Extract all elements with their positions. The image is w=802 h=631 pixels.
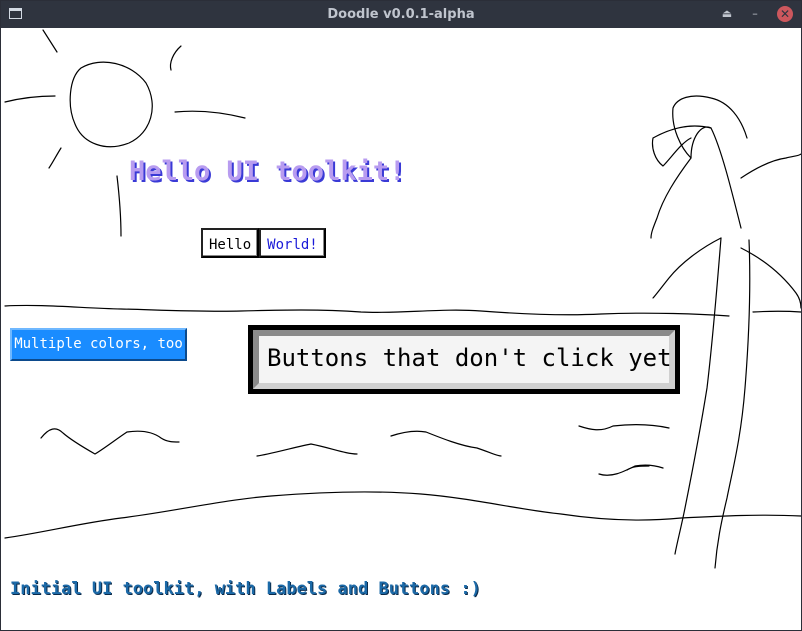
buttons-dont-click-label: Buttons that don't click yet: [253, 330, 675, 389]
palm-frond-doodle: [672, 95, 748, 229]
horizon-doodle: [752, 310, 801, 313]
wave-doodle: [256, 443, 358, 457]
palm-trunk-doodle: [674, 237, 722, 555]
footer-label: Initial UI toolkit, with Labels and Butt…: [10, 579, 481, 599]
wave-doodle: [598, 464, 664, 476]
sun-ray-doodle: [116, 175, 122, 237]
sun-ray-doodle: [42, 29, 58, 53]
wave-doodle: [40, 428, 180, 455]
hello-world-button-group: Hello World!: [201, 228, 326, 258]
title-bar[interactable]: Doodle v0.0.1-alpha ⏏ – ✕: [1, 1, 801, 28]
close-window-icon[interactable]: ✕: [777, 6, 793, 22]
sun-ray-doodle: [48, 147, 62, 169]
sun-ray-doodle: [169, 45, 182, 71]
multiple-colors-button[interactable]: Multiple colors, too: [10, 328, 187, 361]
world-button[interactable]: World!: [259, 228, 326, 258]
palm-frond-doodle: [650, 157, 692, 239]
hello-button[interactable]: Hello: [201, 228, 260, 258]
sun-ray-doodle: [174, 110, 246, 119]
horizon-doodle: [4, 304, 730, 317]
window-title: Doodle v0.0.1-alpha: [327, 7, 475, 22]
sun-ray-doodle: [4, 95, 56, 103]
hello-title-label: Hello UI toolkit!: [129, 156, 406, 187]
shade-window-icon[interactable]: ⏏: [719, 6, 735, 22]
sun-doodle: [69, 61, 153, 148]
wave-doodle: [626, 465, 650, 471]
sand-dune-doodle: [4, 491, 801, 539]
palm-frond-doodle: [652, 237, 722, 299]
minimize-window-icon[interactable]: –: [747, 6, 763, 22]
palm-frond-doodle: [651, 125, 712, 167]
palm-frond-doodle: [740, 153, 801, 179]
app-window: Doodle v0.0.1-alpha ⏏ – ✕ Hello UI toolk…: [0, 0, 802, 631]
buttons-dont-click-button[interactable]: Buttons that don't click yet: [248, 325, 680, 394]
palm-trunk-doodle: [714, 239, 751, 569]
wave-doodle: [578, 424, 670, 431]
wave-doodle: [390, 430, 502, 457]
drawing-canvas[interactable]: Hello UI toolkit! Hello World! Multiple …: [1, 28, 801, 630]
